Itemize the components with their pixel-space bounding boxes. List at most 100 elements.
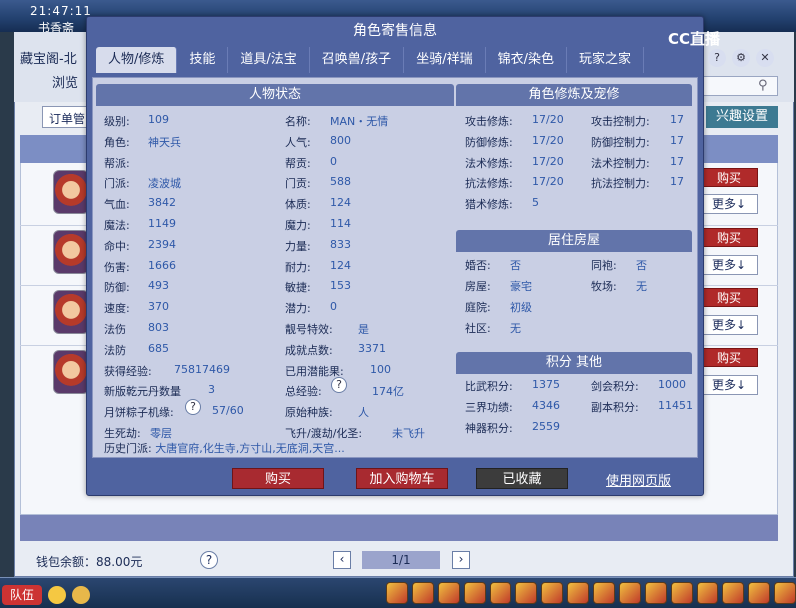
interest-settings-button[interactable]: 兴趣设置 <box>706 106 778 128</box>
toolbar-icon[interactable] <box>722 582 745 604</box>
stat-label: 成就点数: <box>285 343 333 357</box>
add-to-cart-button[interactable]: 加入购物车 <box>356 468 448 489</box>
toolbar-icon[interactable] <box>386 582 408 604</box>
score-row-label-label: 神器积分: <box>465 422 513 435</box>
stat-label: 名称: <box>285 115 311 128</box>
browse-tab[interactable]: 浏览 <box>52 72 78 91</box>
toolbar-icon[interactable] <box>670 582 693 604</box>
next-page-button[interactable]: › <box>452 551 470 569</box>
house-row-label-label: 婚否: <box>465 259 491 272</box>
list-buy-button[interactable]: 购买 <box>700 228 758 247</box>
toolbar-icon[interactable] <box>748 582 771 604</box>
stat-value: 114 <box>330 217 351 230</box>
toolbar-icon[interactable] <box>515 582 538 604</box>
list-more-button[interactable]: 更多↓ <box>700 315 758 335</box>
help-icon[interactable]: ? <box>708 49 726 67</box>
list-buy-button[interactable]: 购买 <box>700 288 758 307</box>
stat-row: 魔力: <box>285 217 311 233</box>
cultivation-row-value-2: 17 <box>670 175 684 188</box>
list-buy-button[interactable]: 购买 <box>700 168 758 187</box>
house-row-value: 无 <box>510 320 521 336</box>
stat-value: 685 <box>148 342 169 355</box>
cultivation-row-value-value: 17/20 <box>532 175 564 189</box>
toolbar-icon[interactable] <box>618 582 641 604</box>
chat-icon[interactable] <box>48 586 66 604</box>
stat-row: 帮贡: <box>285 155 311 171</box>
list-buy-button[interactable]: 购买 <box>700 348 758 367</box>
prev-page-button[interactable]: ‹ <box>333 551 351 569</box>
tab-player-home[interactable]: 玩家之家 <box>567 47 644 73</box>
score-section-title: 积分 其他 <box>456 352 692 374</box>
search-icon[interactable]: ⚲ <box>758 78 774 94</box>
score-row-value-2: 1000 <box>658 378 686 391</box>
gear-icon[interactable]: ⚙ <box>732 49 750 67</box>
toolbar-icon[interactable] <box>489 582 512 604</box>
cultivation-row-label: 攻击修炼: <box>465 113 513 129</box>
toolbar-icon[interactable] <box>644 582 667 604</box>
list-more-button[interactable]: 更多↓ <box>700 375 758 395</box>
avatar[interactable] <box>53 350 89 394</box>
stat-row: 门贡: <box>285 175 311 191</box>
score-row-label: 神器积分: <box>465 420 513 436</box>
toolbar-icon[interactable] <box>774 582 796 604</box>
avatar[interactable] <box>53 290 89 334</box>
cultivation-row-value: 17/20 <box>532 175 564 188</box>
house-row-value-value: 初级 <box>510 301 532 314</box>
team-button[interactable]: 队伍 <box>2 585 42 605</box>
help-icon[interactable]: ? <box>185 399 201 415</box>
cultivation-row-value-2-value: 17 <box>670 113 684 126</box>
toolbar-icon[interactable] <box>463 582 486 604</box>
stat-value-text: 803 <box>148 321 169 334</box>
stat-row: 速度: <box>104 300 130 316</box>
modal-title: 角色寄售信息 <box>353 23 437 39</box>
toolbar-icon[interactable] <box>541 582 564 604</box>
toolbar-icon[interactable] <box>567 582 589 604</box>
stat-label: 防御: <box>104 281 130 295</box>
close-icon[interactable]: ✕ <box>756 49 774 67</box>
stat-row: 总经验: <box>285 383 322 399</box>
stat-row: 伤害: <box>104 259 130 275</box>
tab-pets-children[interactable]: 召唤兽/孩子 <box>310 47 405 73</box>
use-web-version-link[interactable]: 使用网页版 <box>606 470 671 489</box>
stat-value: 1149 <box>148 217 176 230</box>
stat-label: 法伤 <box>104 323 126 336</box>
toolbar-icon[interactable] <box>411 582 434 604</box>
tab-items-treasures[interactable]: 道具/法宝 <box>228 47 310 73</box>
saved-favorite-button[interactable]: 已收藏 <box>476 468 568 489</box>
cultivation-row-label-2: 抗法控制力: <box>591 175 650 191</box>
cultivation-row-label: 抗法修炼: <box>465 175 513 191</box>
help-icon[interactable]: ? <box>331 377 347 393</box>
house-row-label: 庭院: <box>465 299 491 315</box>
tab-outfits-dyes[interactable]: 锦衣/染色 <box>486 47 567 73</box>
stat-label: 魔力: <box>285 219 311 232</box>
buy-button[interactable]: 购买 <box>232 468 324 489</box>
stat-row: 新版乾元丹数量 <box>104 383 181 399</box>
stat-value-text: 是 <box>358 323 369 336</box>
stat-label: 生死劫: <box>104 427 141 440</box>
score-row-label-label: 比武积分: <box>465 380 513 393</box>
tab-character-cultivation[interactable]: 人物/修炼 <box>96 47 178 73</box>
avatar[interactable] <box>53 230 89 274</box>
toolbar-icon[interactable] <box>593 582 615 604</box>
help-icon[interactable]: ? <box>200 551 218 569</box>
stat-value: 153 <box>330 279 351 292</box>
stat-row: 生死劫: <box>104 425 141 441</box>
score-row-label-2: 剑会积分: <box>591 378 639 394</box>
tab-mounts[interactable]: 坐骑/祥瑞 <box>404 47 486 73</box>
stat-label: 已用潜能果: <box>285 364 344 378</box>
cultivation-row-value-2: 17 <box>670 113 684 126</box>
stat-value: 57/60 <box>212 404 244 417</box>
stat-label: 月饼粽子机缘: <box>104 406 174 420</box>
toolbar-icon[interactable] <box>696 582 719 604</box>
microphone-icon[interactable] <box>72 586 90 604</box>
score-row-value: 4346 <box>532 399 560 412</box>
tab-skills[interactable]: 技能 <box>177 47 229 73</box>
stat-value: 是 <box>358 321 369 337</box>
stat-row: 门派: <box>104 175 130 191</box>
stat-value: 3371 <box>358 342 386 355</box>
avatar[interactable] <box>53 170 89 214</box>
stat-value-text: 124 <box>330 258 351 272</box>
list-more-button[interactable]: 更多↓ <box>700 194 758 214</box>
list-more-button[interactable]: 更多↓ <box>700 255 758 275</box>
toolbar-icon[interactable] <box>437 582 460 604</box>
